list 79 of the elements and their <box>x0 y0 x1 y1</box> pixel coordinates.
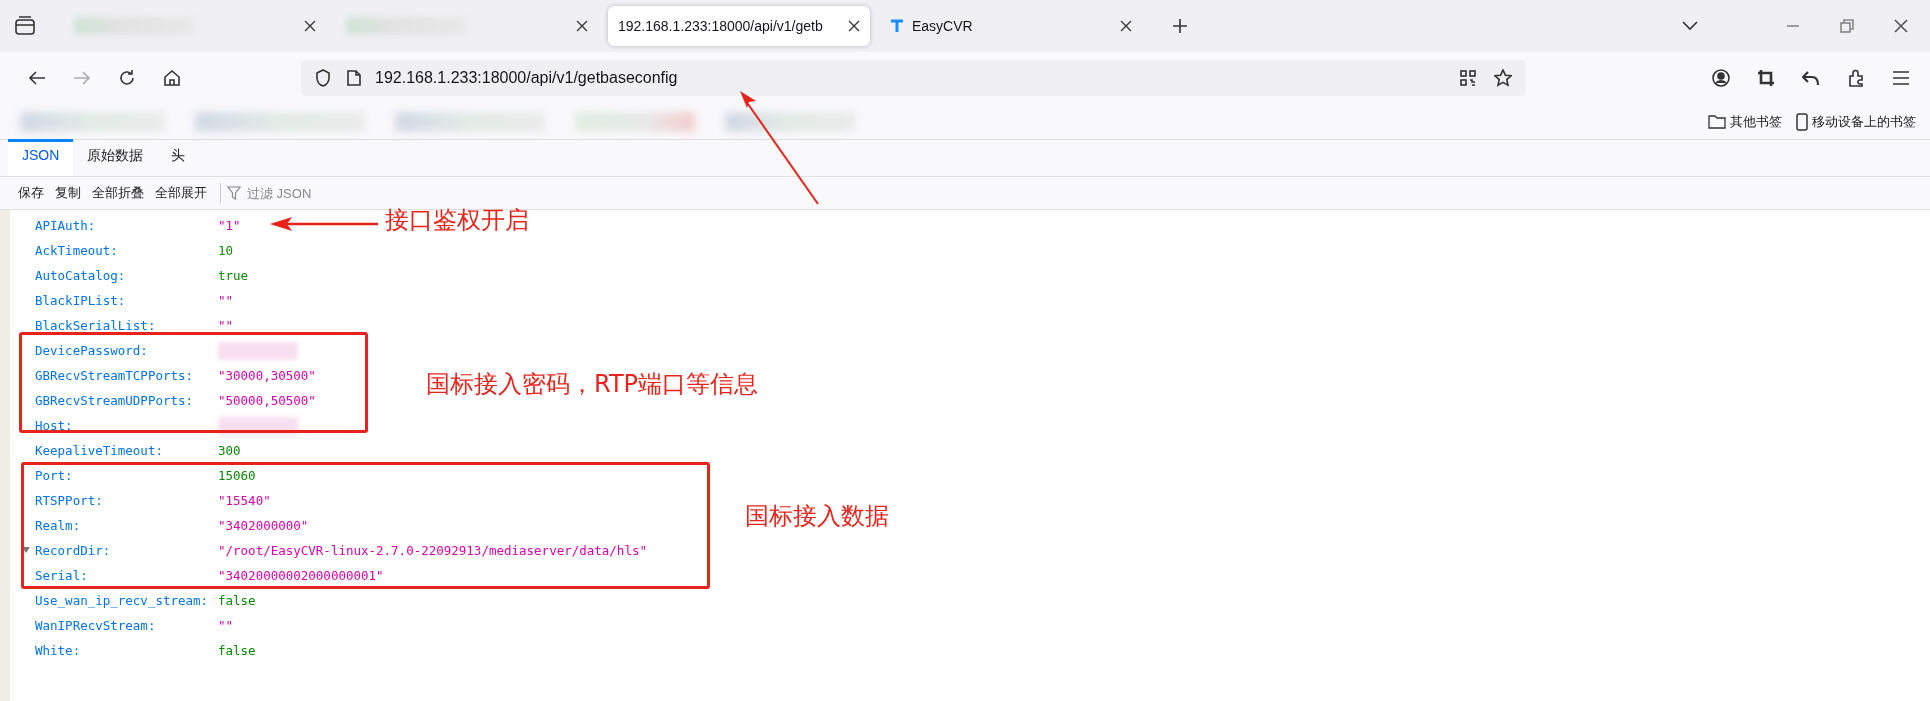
browser-tab[interactable]: EasyCVR <box>880 6 1142 46</box>
key-text: RTSPPort: <box>35 493 104 508</box>
value-text: "1" <box>218 218 241 233</box>
menu-icon[interactable] <box>1892 71 1910 85</box>
bookmark-folder[interactable]: 移动设备上的书签 <box>1796 112 1916 131</box>
crop-icon[interactable] <box>1757 69 1775 87</box>
browser-tab[interactable]: 192.168.1.233:18000/api/v1/getb <box>608 6 870 46</box>
bookmark-folder[interactable]: 其他书签 <box>1708 112 1782 131</box>
folder-icon[interactable] <box>1708 114 1726 129</box>
key-text: Realm: <box>35 518 82 533</box>
filter-field[interactable]: 过滤 JSON <box>245 184 549 202</box>
annotation-text: 接口鉴权开启 <box>385 205 529 236</box>
close-icon[interactable] <box>304 20 316 32</box>
key-text: AutoCatalog: <box>35 268 127 283</box>
restore-icon[interactable] <box>1840 19 1854 33</box>
key-text: Use_wan_ip_recv_stream: <box>35 593 210 608</box>
key-text: Port: <box>35 468 74 483</box>
key-text: APIAuth: <box>35 218 97 233</box>
toolbar-button[interactable]: 全部展开 <box>151 182 211 204</box>
close-icon[interactable] <box>1894 19 1908 33</box>
close-icon[interactable] <box>848 20 860 32</box>
value-text: "50000,50500" <box>218 393 316 408</box>
filter-icon[interactable] <box>227 186 241 200</box>
url-text: 192.168.1.233:18000/api/v1/getbaseconfig <box>375 69 678 87</box>
value-text: 10 <box>218 243 234 258</box>
toolbar-button[interactable]: 保存 <box>14 182 48 204</box>
app-logo-icon[interactable] <box>890 19 904 33</box>
viewer-tab[interactable]: 原始数据 <box>73 142 158 176</box>
reload-icon[interactable] <box>118 69 136 87</box>
value-text: "30000,30500" <box>218 368 316 383</box>
value-text: "" <box>218 618 234 633</box>
key-text: AckTimeout: <box>35 243 119 258</box>
value-text: false <box>218 643 256 658</box>
tab-list-icon[interactable] <box>14 16 36 36</box>
viewer-tab[interactable]: JSON <box>8 139 74 176</box>
key-text: KeepaliveTimeout: <box>35 443 164 458</box>
shield-icon[interactable] <box>315 69 331 87</box>
value-text: "3402000000" <box>218 518 309 533</box>
tab-title: 192.168.1.233:18000/api/v1/getb <box>618 18 824 34</box>
key-text: BlackSerialList: <box>35 318 157 333</box>
key-text: GBRecvStreamTCPPorts: <box>35 368 195 383</box>
value-text: true <box>218 268 249 283</box>
value-text: "15540" <box>218 493 271 508</box>
value-text: 15060 <box>218 468 256 483</box>
back-icon[interactable] <box>28 70 46 86</box>
annotation-text: 国标接入数据 <box>745 501 889 532</box>
toolbar-button[interactable]: 全部折叠 <box>88 182 148 204</box>
key-text: BlackIPList: <box>35 293 127 308</box>
key-text: DevicePassword: <box>35 343 149 358</box>
viewer-tab[interactable]: 头 <box>157 142 200 176</box>
account-icon[interactable] <box>1712 69 1730 87</box>
key-text: White: <box>35 643 82 658</box>
home-icon[interactable] <box>163 69 181 87</box>
key-text: Host: <box>35 418 74 433</box>
value-text: false <box>218 593 256 608</box>
value-text: "" <box>218 293 234 308</box>
key-text: Serial: <box>35 568 89 583</box>
page-icon[interactable] <box>347 70 361 86</box>
value-text: "34020000002000000001" <box>218 568 384 583</box>
key-text: RecordDir: <box>35 543 112 558</box>
close-icon[interactable] <box>576 20 588 32</box>
qr-code-icon[interactable] <box>1460 70 1476 86</box>
value-text: 300 <box>218 443 241 458</box>
chevron-down-icon[interactable] <box>1682 21 1698 31</box>
phone-icon[interactable] <box>1796 112 1808 131</box>
key-text: WanIPRecvStream: <box>35 618 157 633</box>
value-text: "/root/EasyCVR-linux-2.7.0-22092913/mediaserver/data/hls" <box>218 543 647 558</box>
caret-icon[interactable] <box>22 547 30 553</box>
extensions-icon[interactable] <box>1847 69 1865 87</box>
star-icon[interactable] <box>1494 69 1512 87</box>
toolbar-button[interactable]: 复制 <box>51 182 85 204</box>
tab-title: EasyCVR <box>912 18 974 34</box>
address-bar[interactable]: 192.168.1.233:18000/api/v1/getbaseconfig <box>301 60 1526 96</box>
undo-icon[interactable] <box>1802 70 1820 86</box>
value-text: "" <box>218 318 234 333</box>
close-icon[interactable] <box>1120 20 1132 32</box>
key-text: GBRecvStreamUDPPorts: <box>35 393 195 408</box>
annotation-text: 国标接入密码，RTP端口等信息 <box>426 369 759 400</box>
new-tab-icon[interactable] <box>1172 18 1188 34</box>
